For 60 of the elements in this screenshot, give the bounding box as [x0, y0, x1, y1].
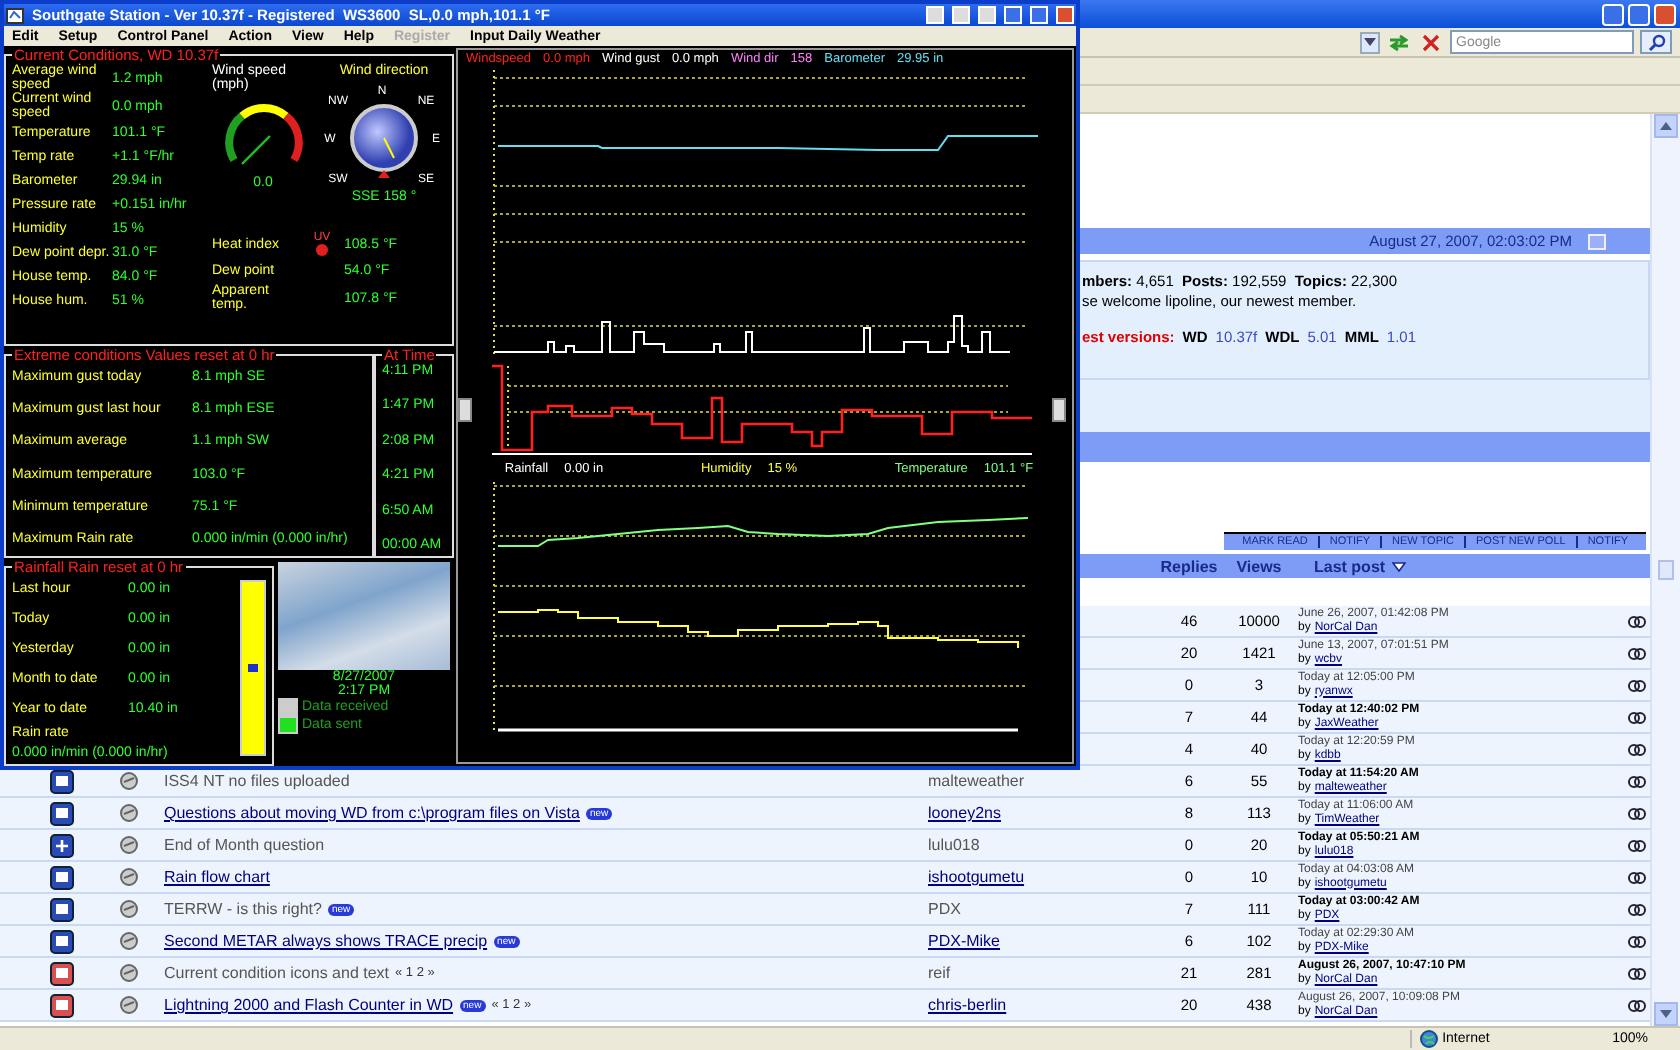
post-icon	[119, 804, 137, 822]
author-link[interactable]: ishootgumetu	[924, 868, 1025, 886]
topic-icon	[50, 769, 74, 793]
column-header[interactable]: Views	[1224, 557, 1294, 575]
topic-icon	[50, 993, 74, 1017]
author-link[interactable]: reif	[924, 964, 951, 982]
search-button[interactable]	[1640, 30, 1672, 54]
minimize-button[interactable]	[1004, 6, 1022, 24]
restore-button[interactable]	[1628, 3, 1650, 25]
post-icon	[119, 836, 137, 854]
topic-link[interactable]: Rain flow chart	[164, 868, 270, 886]
app-icon	[6, 7, 24, 23]
scroll-right-button[interactable]	[1052, 398, 1066, 422]
caret-icon	[1364, 38, 1376, 46]
post-icon	[119, 964, 137, 982]
author-link[interactable]: PDX-Mike	[924, 932, 1001, 950]
down-caret-icon	[1660, 1010, 1672, 1018]
arrows-icon	[1388, 33, 1410, 51]
stop-button[interactable]	[1418, 30, 1444, 54]
author-link[interactable]: malteweather	[924, 772, 1025, 790]
topic-link[interactable]: Lightning 2000 and Flash Counter in WD	[164, 996, 454, 1014]
post-icon	[119, 900, 137, 918]
topic-link[interactable]: TERRW - is this right?	[164, 900, 322, 918]
close-button[interactable]	[1654, 3, 1676, 25]
post-icon	[119, 868, 137, 886]
globe-icon	[1420, 1030, 1439, 1048]
close-button[interactable]	[1056, 6, 1074, 24]
maximize-button[interactable]	[1030, 6, 1048, 24]
topic-icon	[50, 833, 74, 857]
cross-icon	[1422, 33, 1440, 51]
collapse-button[interactable]	[1588, 233, 1606, 249]
post-icon	[119, 772, 137, 790]
topic-link[interactable]: Second METAR always shows TRACE precip	[164, 932, 488, 950]
scroll-thumb[interactable]	[1658, 560, 1674, 580]
topic-link[interactable]: End of Month question	[164, 836, 325, 854]
column-header[interactable]: Replies	[1154, 557, 1224, 575]
scroll-up-button[interactable]	[1654, 114, 1678, 138]
up-caret-icon	[1660, 122, 1672, 130]
author-link[interactable]: lulu018	[924, 836, 980, 854]
topic-icon	[50, 961, 74, 985]
topic-icon	[50, 897, 74, 921]
address-dropdown-button[interactable]	[1360, 31, 1380, 53]
post-icon	[119, 932, 137, 950]
search-icon	[1647, 33, 1665, 51]
sort-icon	[1391, 561, 1406, 571]
scroll-down-button[interactable]	[1654, 1002, 1678, 1026]
author-link[interactable]: PDX	[924, 900, 961, 918]
uv-indicator	[316, 244, 328, 256]
author-link[interactable]: looney2ns	[924, 804, 1001, 822]
scroll-left-button[interactable]	[458, 398, 472, 422]
column-header[interactable]: Last post	[1314, 557, 1386, 575]
topic-link[interactable]: Current condition icons and text	[164, 964, 390, 982]
topic-icon	[50, 865, 74, 889]
topic-icon	[50, 929, 74, 953]
topic-link[interactable]: Questions about moving WD from c:\program files on Vista	[164, 804, 580, 822]
post-icon	[119, 996, 137, 1014]
topic-link[interactable]: ISS4 NT no files uploaded	[164, 772, 350, 790]
topic-icon	[50, 801, 74, 825]
minimize-button[interactable]	[1602, 3, 1624, 25]
author-link[interactable]: chris-berlin	[924, 996, 1007, 1014]
